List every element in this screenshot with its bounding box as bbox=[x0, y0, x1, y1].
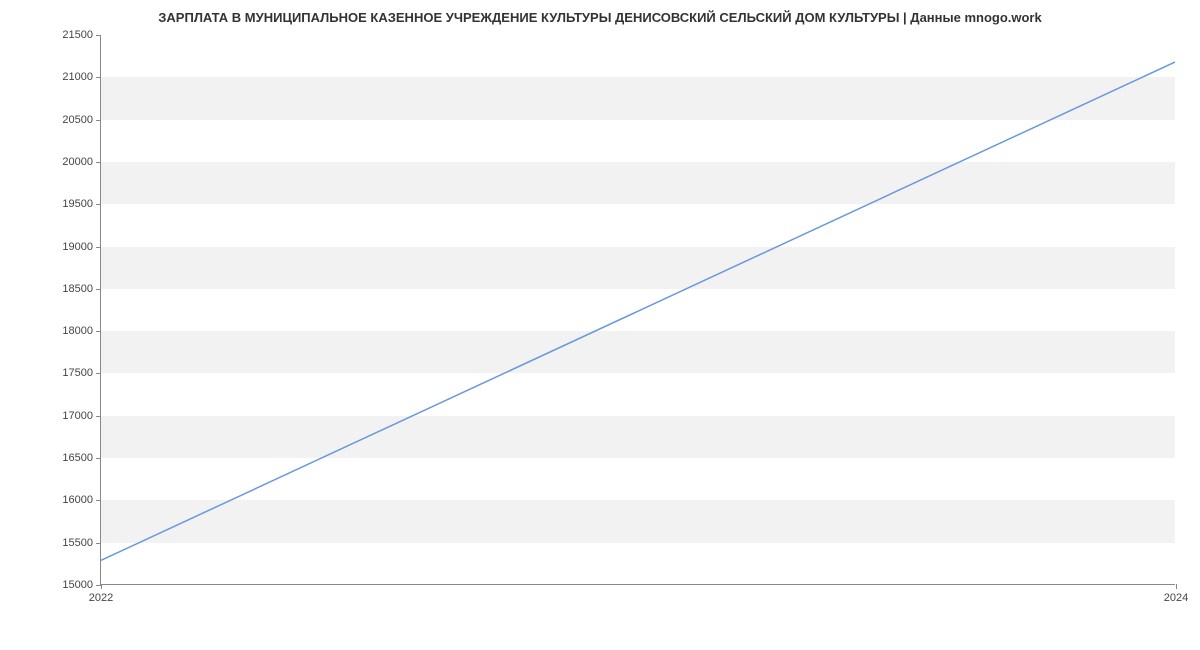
y-tick-mark bbox=[96, 289, 101, 290]
grid-band bbox=[101, 162, 1175, 204]
y-tick-mark bbox=[96, 458, 101, 459]
y-tick-mark bbox=[96, 373, 101, 374]
y-tick-mark bbox=[96, 416, 101, 417]
plot-area: 1500015500160001650017000175001800018500… bbox=[100, 35, 1175, 585]
y-tick-mark bbox=[96, 162, 101, 163]
grid-band bbox=[101, 331, 1175, 373]
grid-band bbox=[101, 416, 1175, 458]
y-tick-mark bbox=[96, 543, 101, 544]
y-tick-mark bbox=[96, 500, 101, 501]
chart-title: ЗАРПЛАТА В МУНИЦИПАЛЬНОЕ КАЗЕННОЕ УЧРЕЖД… bbox=[0, 0, 1200, 30]
x-tick-mark bbox=[1176, 584, 1177, 589]
y-tick-mark bbox=[96, 247, 101, 248]
y-tick-mark bbox=[96, 120, 101, 121]
y-tick-mark bbox=[96, 35, 101, 36]
grid-band bbox=[101, 247, 1175, 289]
chart-container: 1500015500160001650017000175001800018500… bbox=[100, 35, 1175, 585]
x-tick-mark bbox=[101, 584, 102, 589]
y-tick-mark bbox=[96, 204, 101, 205]
y-tick-mark bbox=[96, 77, 101, 78]
grid-band bbox=[101, 500, 1175, 542]
y-tick-mark bbox=[96, 331, 101, 332]
grid-band bbox=[101, 77, 1175, 119]
line-series bbox=[101, 62, 1175, 560]
